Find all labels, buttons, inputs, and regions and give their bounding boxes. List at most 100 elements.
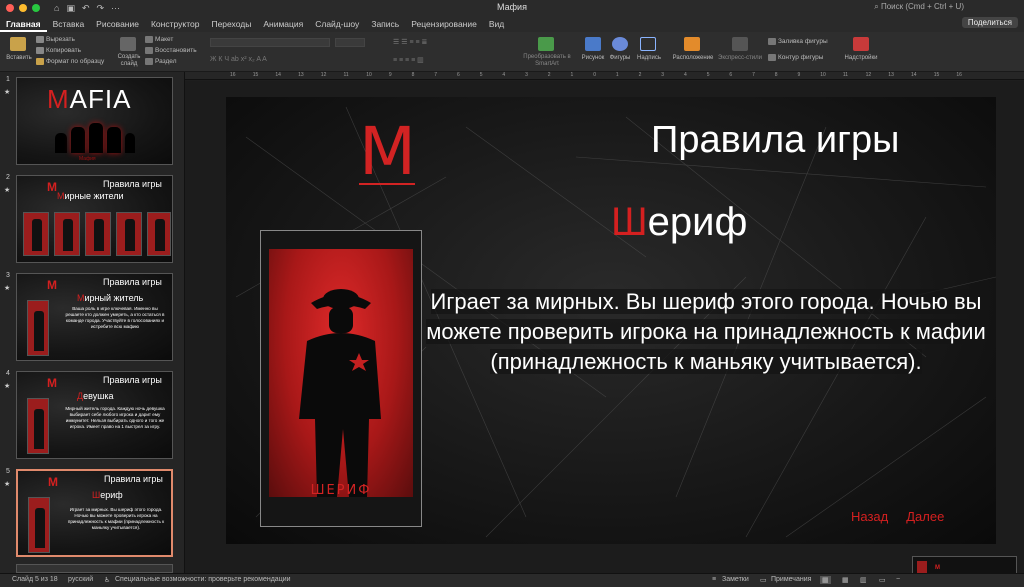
- slide-number: 3: [6, 272, 10, 279]
- paste-icon[interactable]: [10, 37, 26, 51]
- tab-transitions[interactable]: Переходы: [205, 16, 257, 32]
- role-card: [116, 212, 142, 256]
- tab-animations[interactable]: Анимация: [257, 16, 309, 32]
- sorter-view-icon[interactable]: ▦: [842, 576, 849, 584]
- title-bar: ⌂ ▣ ↶ ↷ ··· Мафия ⌕ Поиск (Cmd + Ctrl + …: [0, 0, 1024, 16]
- font-size-select[interactable]: [335, 38, 365, 47]
- silhouettes-image: [55, 123, 135, 153]
- ruler-tick: 3: [661, 72, 665, 78]
- tab-home[interactable]: Главная: [0, 16, 47, 32]
- ruler-tick: 10: [366, 72, 372, 78]
- paragraph-group[interactable]: ☰ ☰ ≡ ≡ ≣: [393, 38, 513, 46]
- slide-thumbnail[interactable]: 1 ★ MAFIA Мафия: [0, 74, 185, 166]
- slideshow-view-icon[interactable]: ▭: [879, 576, 886, 584]
- picture-icon[interactable]: [585, 37, 601, 51]
- language-indicator[interactable]: русский: [68, 576, 93, 583]
- slide-thumbnail-selected[interactable]: 5 ★ M Правила игры Шериф Играет за мирны…: [0, 466, 185, 558]
- shapes-button[interactable]: Фигуры: [605, 55, 635, 62]
- share-button[interactable]: Поделиться: [961, 17, 1018, 28]
- ruler-tick: 9: [797, 72, 801, 78]
- ruler-tick: 3: [525, 72, 528, 78]
- tab-slideshow[interactable]: Слайд-шоу: [309, 16, 365, 32]
- slide-thumbnail[interactable]: 2 ★ M Правила игры Мирные жители: [0, 172, 185, 264]
- layout-button[interactable]: Макет: [145, 36, 173, 43]
- thumbnail-preview[interactable]: M Правила игры Шериф Играет за мирных. В…: [16, 469, 173, 557]
- document-title: Мафия: [497, 2, 527, 12]
- textbox-button[interactable]: Надпись: [632, 55, 666, 62]
- ruler-tick: 5: [706, 72, 710, 78]
- slide-thumbnail-panel[interactable]: 1 ★ MAFIA Мафия 2 ★ M Правила игры Мирны…: [0, 72, 185, 573]
- ruler-tick: 8: [411, 72, 415, 78]
- thumb-subtitle: Мирный житель: [77, 293, 144, 303]
- ruler-tick: 8: [774, 72, 778, 78]
- shape-outline-button[interactable]: Контур фигуры: [768, 54, 823, 61]
- arrange-button[interactable]: Расположение: [670, 55, 716, 62]
- layout-icon: [145, 36, 153, 43]
- search-input[interactable]: ⌕ Поиск (Cmd + Ctrl + U): [874, 2, 964, 12]
- quick-styles-button[interactable]: Экспресс-стили: [716, 55, 764, 62]
- reset-button[interactable]: Восстановить: [145, 47, 197, 54]
- tab-design[interactable]: Конструктор: [145, 16, 205, 32]
- copy-button[interactable]: Копировать: [36, 47, 81, 54]
- comments-button[interactable]: Примечания: [771, 576, 811, 583]
- outline-icon: [768, 54, 776, 61]
- ruler-tick: 7: [752, 72, 755, 78]
- tab-view[interactable]: Вид: [483, 16, 510, 32]
- shapes-icon[interactable]: [612, 37, 628, 51]
- star-icon: ★: [4, 285, 11, 292]
- zoom-out-icon[interactable]: −: [896, 576, 900, 583]
- cut-button[interactable]: Вырезать: [36, 36, 75, 43]
- tab-record[interactable]: Запись: [365, 16, 405, 32]
- role-card: [27, 398, 49, 454]
- ruler-tick: 6: [729, 72, 733, 78]
- paste-button[interactable]: Вставить: [2, 55, 36, 62]
- smartart-button[interactable]: Преобразовать в SmartArt: [520, 54, 574, 68]
- slide-thumbnail[interactable]: 4 ★ M Правила игры Девушка Мирный житель…: [0, 368, 185, 460]
- arrange-icon[interactable]: [684, 37, 700, 51]
- tab-draw[interactable]: Рисование: [90, 16, 145, 32]
- addins-icon[interactable]: [853, 37, 869, 51]
- thumb-logo: M: [47, 376, 57, 390]
- thumb-title: Правила игры: [104, 474, 163, 484]
- ribbon-tabs: Главная Вставка Рисование Конструктор Пе…: [0, 16, 1024, 32]
- brush-icon: [36, 58, 44, 65]
- notes-button[interactable]: Заметки: [722, 576, 749, 583]
- slide-number: 2: [6, 174, 10, 181]
- thumb-logo: M: [47, 180, 57, 194]
- reading-view-icon[interactable]: ▥: [860, 576, 867, 584]
- ruler-tick: 12: [865, 72, 872, 78]
- align-group[interactable]: ≡ ≡ ≡ ≡ ▥: [393, 56, 513, 64]
- normal-view-icon[interactable]: ▦: [820, 576, 831, 584]
- tab-insert[interactable]: Вставка: [47, 16, 91, 32]
- thumbnail-preview[interactable]: M Правила игры Мирный житель Ваша роль в…: [16, 273, 173, 361]
- star-icon: ★: [4, 383, 11, 390]
- quick-styles-icon[interactable]: [732, 37, 748, 51]
- slide-thumbnail[interactable]: 3 ★ M Правила игры Мирный житель Ваша ро…: [0, 270, 185, 362]
- back-link[interactable]: Назад: [851, 509, 888, 524]
- slide-nav: Назад Далее: [851, 509, 962, 524]
- picture-button[interactable]: Рисунок: [578, 55, 608, 62]
- current-slide[interactable]: M Правила игры Шериф ШЕРИФ Играет за мир…: [226, 97, 996, 544]
- thumbnail-preview[interactable]: MAFIA Мафия: [16, 77, 173, 165]
- textbox-icon[interactable]: [640, 37, 656, 51]
- star-icon: ★: [4, 187, 11, 194]
- thumbnail-preview[interactable]: M Правила игры Мирные жители: [16, 175, 173, 263]
- comments-icon: ▭: [760, 577, 767, 584]
- next-link[interactable]: Далее: [906, 509, 944, 524]
- thumb-subtitle: Девушка: [77, 391, 114, 401]
- accessibility-status[interactable]: Специальные возможности: проверьте реком…: [115, 576, 291, 583]
- font-format-group[interactable]: Ж К Ч ab x² x₂ A A: [210, 56, 380, 64]
- new-slide-button[interactable]: Создать слайд: [112, 54, 146, 68]
- smartart-icon[interactable]: [538, 37, 554, 51]
- addins-button[interactable]: Надстройки: [840, 55, 882, 62]
- ruler-tick: 16: [956, 72, 962, 78]
- section-button[interactable]: Раздел: [145, 58, 176, 65]
- slide-thumbnail-next[interactable]: [16, 564, 173, 573]
- font-name-select[interactable]: [210, 38, 330, 47]
- format-painter-button[interactable]: Формат по образцу: [36, 58, 104, 65]
- new-slide-icon[interactable]: [120, 37, 136, 51]
- shape-fill-button[interactable]: Заливка фигуры: [768, 38, 828, 45]
- tab-review[interactable]: Рецензирование: [405, 16, 483, 32]
- thumb-subtitle: Мирные жители: [57, 191, 124, 201]
- thumbnail-preview[interactable]: M Правила игры Девушка Мирный житель гор…: [16, 371, 173, 459]
